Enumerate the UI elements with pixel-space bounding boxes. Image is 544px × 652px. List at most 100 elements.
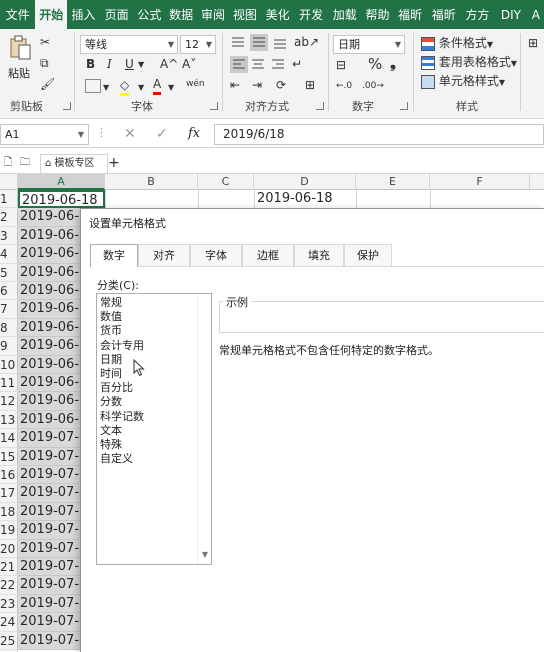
number-launcher[interactable] (400, 102, 408, 110)
category-item[interactable]: 特殊 (100, 438, 122, 452)
category-scrollbar[interactable]: ▼ (197, 294, 211, 564)
tab-alignment[interactable]: 对齐 (138, 244, 190, 266)
row-header[interactable]: 5 (0, 264, 18, 282)
category-item[interactable]: 时间 (100, 367, 122, 381)
format-painter-icon[interactable]: 🖌 (40, 76, 55, 92)
row-header[interactable]: 10 (0, 356, 18, 374)
name-box[interactable]: A1 ▼ (0, 124, 89, 145)
fill-dropdown-icon[interactable]: ▼ (138, 80, 144, 96)
tab-8[interactable]: 美化 (261, 0, 295, 29)
tab-0[interactable]: 文件 (0, 0, 35, 29)
enter-icon[interactable]: ✓ (156, 126, 168, 142)
row-header[interactable]: 4 (0, 245, 18, 264)
row-header[interactable]: 7 (0, 300, 18, 319)
category-item[interactable]: 科学记数 (100, 410, 144, 424)
phonetic-button[interactable]: wén (186, 76, 205, 92)
comma-button[interactable]: ❟ (390, 55, 396, 71)
tab-10[interactable]: 加载 (328, 0, 362, 29)
align-center-icon[interactable] (250, 57, 266, 71)
row-header[interactable]: 20 (0, 540, 18, 558)
insert-function-button[interactable]: fx (188, 126, 200, 141)
border-icon[interactable] (85, 79, 101, 93)
column-header-e[interactable]: E (356, 174, 430, 190)
category-item[interactable]: 会计专用 (100, 339, 144, 353)
align-top-icon[interactable] (230, 36, 246, 50)
decrease-indent-icon[interactable]: ⇤ (230, 77, 240, 93)
increase-decimal-icon[interactable]: ←.0 (336, 78, 352, 94)
row-header[interactable]: 3 (0, 227, 18, 246)
font-name-combo[interactable]: 等线 ▼ (80, 35, 178, 54)
copy-icon[interactable]: ⧉ (40, 55, 49, 71)
row-header[interactable]: 14 (0, 429, 18, 448)
row-header[interactable]: 22 (0, 576, 18, 595)
tab-9[interactable]: 开发 (294, 0, 328, 29)
row-header[interactable]: 6 (0, 282, 18, 301)
template-tab[interactable]: ⌂ 模板专区 (40, 154, 108, 174)
tab-font[interactable]: 字体 (190, 244, 242, 266)
column-header-d[interactable]: D (254, 174, 356, 190)
formula-input[interactable]: 2019/6/18 (214, 124, 544, 145)
text-direction-icon[interactable]: ⟳ (276, 77, 286, 93)
category-item[interactable]: 数值 (100, 310, 122, 324)
category-item[interactable]: 日期 (100, 353, 122, 367)
category-item[interactable]: 分数 (100, 395, 122, 409)
row-header[interactable]: 2 (0, 208, 18, 227)
percent-button[interactable]: % (368, 56, 382, 72)
cell-a1[interactable]: 2019-06-18 (18, 190, 105, 209)
cell-styles-button[interactable]: 单元格样式▼ (421, 73, 505, 91)
fill-color-icon[interactable]: ◇ (120, 77, 130, 96)
clipboard-launcher[interactable] (63, 102, 71, 110)
tab-12[interactable]: 福昕 (393, 0, 427, 29)
tab-11[interactable]: 帮助 (362, 0, 394, 29)
alignment-launcher[interactable] (316, 102, 324, 110)
column-header-f[interactable]: F (430, 174, 530, 190)
row-header[interactable]: 1 (0, 190, 18, 209)
category-item[interactable]: 文本 (100, 424, 122, 438)
row-header[interactable]: 19 (0, 521, 18, 540)
orientation-icon[interactable]: ab↗ (294, 34, 319, 50)
italic-button[interactable]: I (107, 56, 112, 72)
row-header[interactable]: 9 (0, 337, 18, 356)
row-header[interactable]: 15 (0, 448, 18, 466)
new-file-icon[interactable]: 🗋 (4, 154, 12, 172)
tab-13[interactable]: 福昕 (427, 0, 461, 29)
font-color-button[interactable]: A (153, 76, 162, 95)
align-left-icon[interactable] (230, 56, 248, 73)
select-all-corner[interactable] (0, 174, 18, 190)
font-size-combo[interactable]: 12 ▼ (180, 35, 216, 54)
cut-icon[interactable]: ✂ (40, 34, 50, 50)
row-header[interactable]: 18 (0, 503, 18, 522)
row-header[interactable]: 11 (0, 374, 18, 393)
underline-dropdown-icon[interactable]: ▼ (138, 57, 144, 73)
row-header[interactable]: 17 (0, 484, 18, 503)
cell-d1[interactable]: 2019-06-18 (254, 190, 333, 208)
cells-group-icon[interactable]: ⊞ (528, 35, 538, 51)
tab-15[interactable]: DIY (494, 0, 528, 29)
bold-button[interactable]: B (86, 56, 95, 72)
scroll-down-icon[interactable]: ▼ (198, 550, 211, 562)
conditional-format-button[interactable]: 条件格式▼ (421, 35, 493, 53)
tab-2[interactable]: 插入 (67, 0, 100, 29)
add-tab-button[interactable]: + (108, 154, 120, 172)
row-header[interactable]: 21 (0, 558, 18, 577)
align-bottom-icon[interactable] (272, 36, 288, 50)
row-header[interactable]: 16 (0, 466, 18, 485)
tab-6[interactable]: 审阅 (197, 0, 229, 29)
font-launcher[interactable] (210, 102, 218, 110)
folder-icon[interactable]: 🗀 (20, 154, 30, 172)
wrap-text-icon[interactable]: ↵ (292, 56, 302, 72)
font-color-dropdown-icon[interactable]: ▼ (168, 80, 174, 96)
row-header[interactable]: 25 (0, 632, 18, 650)
tab-3[interactable]: 页面 (100, 0, 134, 29)
underline-button[interactable]: U (125, 56, 134, 72)
category-item[interactable]: 自定义 (100, 452, 133, 466)
grow-font-button[interactable]: A^ (160, 56, 178, 72)
row-header[interactable]: 12 (0, 392, 18, 411)
decrease-decimal-icon[interactable]: .00→ (362, 78, 384, 94)
tab-number[interactable]: 数字 (90, 244, 138, 267)
column-header-c[interactable]: C (198, 174, 254, 190)
category-item[interactable]: 百分比 (100, 381, 133, 395)
shrink-font-button[interactable]: A˅ (182, 56, 196, 72)
tab-14[interactable]: 方方 (461, 0, 495, 29)
increase-indent-icon[interactable]: ⇥ (252, 77, 262, 93)
